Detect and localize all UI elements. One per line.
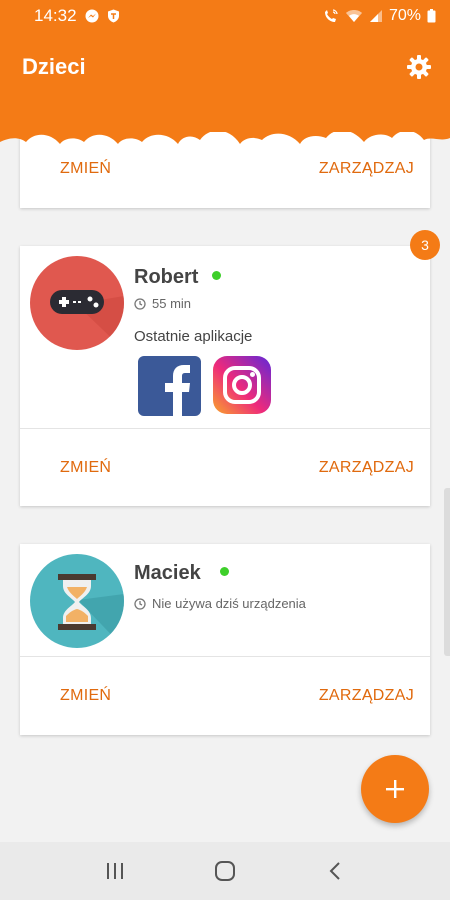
home-icon [215, 861, 235, 881]
usage-text: Nie używa dziś urządzenia [152, 596, 306, 611]
card-actions: ZMIEŃ ZARZĄDZAJ [20, 656, 430, 734]
signal-icon [369, 9, 383, 23]
battery-percent: 70% [388, 7, 421, 24]
wifi-icon [345, 9, 363, 23]
recent-apps-icon [107, 863, 123, 879]
change-button[interactable]: ZMIEŃ [60, 459, 111, 477]
wifi-call-icon [323, 9, 339, 23]
add-child-button[interactable] [361, 755, 429, 823]
status-bar: 14:32 70% [0, 0, 450, 32]
manage-button[interactable]: ZARZĄDZAJ [319, 687, 414, 705]
child-name: Robert [134, 266, 199, 288]
app-bar: Dzieci [0, 32, 450, 144]
facebook-icon[interactable] [138, 356, 201, 416]
notification-badge[interactable]: 3 [410, 230, 440, 260]
manage-button[interactable]: ZARZĄDZAJ [319, 459, 414, 477]
page-title: Dzieci [22, 54, 86, 79]
recent-apps [138, 356, 271, 416]
usage-text: 55 min [152, 296, 192, 311]
status-time: 14:32 [34, 6, 77, 25]
clock-icon [134, 297, 146, 310]
cloud-decoration [0, 98, 450, 144]
instagram-icon[interactable] [213, 356, 271, 414]
navigation-bar [0, 842, 450, 900]
avatar [30, 554, 124, 648]
back-icon [329, 862, 340, 880]
card-actions: ZMIEŃ ZARZĄDZAJ [20, 428, 430, 506]
recent-apps-button[interactable] [95, 851, 135, 891]
battery-icon [427, 9, 436, 23]
online-status-dot [220, 567, 229, 576]
gear-icon [407, 55, 431, 79]
scrollbar-handle[interactable] [444, 488, 450, 656]
recent-apps-label: Ostatnie aplikacje [134, 328, 253, 345]
change-button[interactable]: ZMIEŃ [60, 687, 111, 705]
usage-status: Nie używa dziś urządzenia [134, 596, 306, 611]
hourglass-icon [58, 574, 124, 648]
avatar [30, 256, 124, 350]
back-button[interactable] [315, 851, 355, 891]
plus-icon [386, 780, 404, 798]
child-card-robert[interactable]: Robert 55 min Ostatnie aplikacje ZMIEŃ Z… [20, 246, 430, 506]
child-name: Maciek [134, 562, 201, 584]
messenger-icon [85, 9, 99, 23]
home-button[interactable] [205, 851, 245, 891]
shield-icon [107, 9, 120, 23]
gamepad-icon [50, 290, 124, 350]
online-status-dot [212, 271, 221, 280]
clock-icon [134, 597, 146, 610]
settings-button[interactable] [404, 52, 434, 82]
usage-time: 55 min [134, 296, 191, 311]
child-card-maciek[interactable]: Maciek Nie używa dziś urządzenia ZMIEŃ Z… [20, 544, 430, 735]
